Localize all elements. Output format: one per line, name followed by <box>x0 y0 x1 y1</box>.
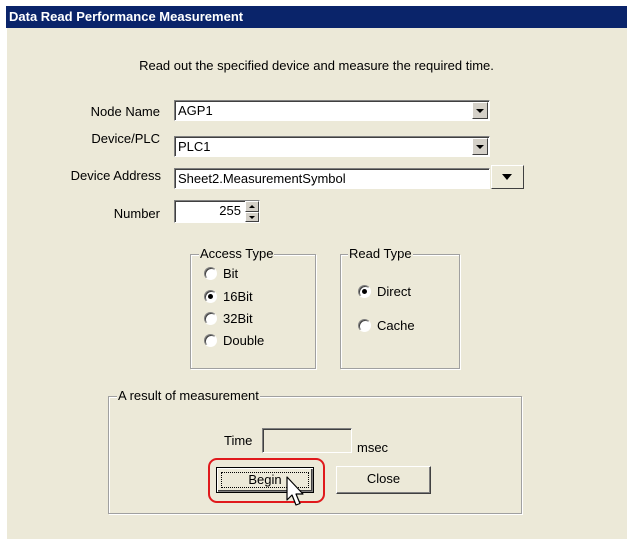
number-stepper[interactable]: 255 <box>174 200 260 223</box>
device-plc-dropdown[interactable]: PLC1 <box>174 136 490 157</box>
device-plc-value: PLC1 <box>178 139 211 154</box>
radio-button-icon[interactable] <box>358 319 371 332</box>
device-address-input[interactable]: Sheet2.MeasurementSymbol <box>174 168 490 189</box>
node-name-dropdown[interactable]: AGP1 <box>174 100 490 121</box>
spin-buttons[interactable] <box>245 201 259 222</box>
close-button[interactable]: Close <box>336 466 431 494</box>
device-address-dropdown-button[interactable] <box>491 165 524 189</box>
radio-double[interactable]: Double <box>204 333 264 349</box>
description-text: Read out the specified device and measur… <box>139 58 494 73</box>
node-name-value: AGP1 <box>178 103 213 118</box>
window-title: Data Read Performance Measurement <box>6 6 627 28</box>
chevron-down-icon[interactable] <box>472 102 488 119</box>
number-label: Number <box>113 206 160 221</box>
node-name-label: Node Name <box>90 104 160 119</box>
radio-cache[interactable]: Cache <box>358 318 415 334</box>
read-type-group <box>340 254 460 369</box>
close-button-label: Close <box>366 471 401 486</box>
device-address-label: Device Address <box>70 168 161 183</box>
time-label: Time <box>224 433 253 448</box>
radio-cache-label: Cache <box>377 318 415 333</box>
result-title: A result of measurement <box>117 388 260 403</box>
radio-16bit-label: 16Bit <box>223 289 253 304</box>
device-plc-label: Device/PLC <box>91 131 160 146</box>
radio-button-icon[interactable] <box>204 267 217 280</box>
unit-label: msec <box>357 440 389 455</box>
radio-button-selected-icon[interactable] <box>204 290 217 303</box>
radio-direct-label: Direct <box>377 284 411 299</box>
radio-32bit[interactable]: 32Bit <box>204 311 253 327</box>
spin-down-icon[interactable] <box>245 211 259 222</box>
mouse-cursor-icon <box>286 476 304 506</box>
chevron-down-icon[interactable] <box>472 138 488 155</box>
radio-32bit-label: 32Bit <box>223 311 253 326</box>
radio-button-selected-icon[interactable] <box>358 285 371 298</box>
radio-button-icon[interactable] <box>204 334 217 347</box>
access-type-title: Access Type <box>199 246 275 261</box>
radio-16bit[interactable]: 16Bit <box>204 289 253 305</box>
read-type-title: Read Type <box>348 246 413 261</box>
number-value: 255 <box>219 203 241 218</box>
radio-button-icon[interactable] <box>204 312 217 325</box>
radio-bit[interactable]: Bit <box>204 266 238 282</box>
radio-bit-label: Bit <box>223 266 239 281</box>
radio-direct[interactable]: Direct <box>358 284 411 300</box>
spin-up-icon[interactable] <box>245 201 259 212</box>
radio-double-label: Double <box>223 333 265 348</box>
time-output <box>262 428 352 453</box>
